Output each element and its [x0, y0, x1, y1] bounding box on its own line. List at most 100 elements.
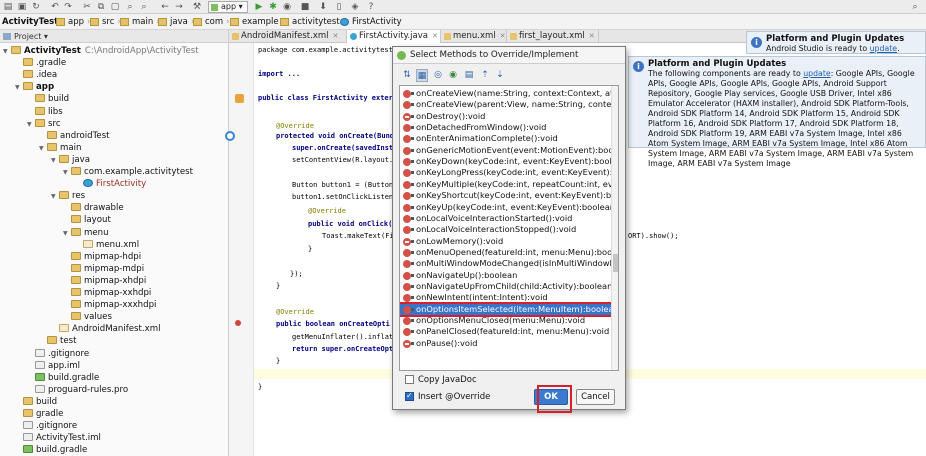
tree-item[interactable]: values	[63, 311, 112, 323]
breadcrumb-item[interactable]: app ›	[56, 16, 90, 28]
breadcrumb-item[interactable]: FirstActivity	[340, 16, 402, 28]
method-list-item[interactable]: onKeyShortcut(keyCode:int, event:KeyEven…	[400, 190, 612, 201]
show-classes-icon[interactable]: ◎	[432, 69, 444, 82]
method-list-item[interactable]: onCreateView(parent:View, name:String, c…	[400, 99, 612, 110]
method-list-scrollbar[interactable]	[611, 86, 618, 370]
override-gutter-icon[interactable]	[235, 320, 241, 326]
show-interfaces-icon[interactable]: ◉	[447, 69, 459, 82]
sdk-manager-icon[interactable]: ⬇	[318, 2, 328, 12]
redo-icon[interactable]: ↷	[63, 2, 73, 12]
expand-arrow-icon[interactable]: ▼	[63, 167, 71, 179]
tree-item[interactable]: build	[15, 396, 57, 408]
copy-icon[interactable]: ⧉	[96, 2, 106, 12]
close-icon[interactable]: ✕	[333, 32, 339, 40]
method-list-item[interactable]: onGenericMotionEvent(event:MotionEvent):…	[400, 145, 612, 156]
method-list-item[interactable]: onKeyDown(keyCode:int, event:KeyEvent):b…	[400, 156, 612, 167]
method-list-item[interactable]: onCreateView(name:String, context:Contex…	[400, 88, 612, 99]
tree-item[interactable]: .gradle	[15, 57, 66, 69]
method-list-item[interactable]: onDetachedFromWindow():void	[400, 122, 612, 133]
breadcrumb-item[interactable]: main›	[120, 16, 160, 28]
method-list[interactable]: onCreateView(name:String, context:Contex…	[399, 85, 619, 371]
update-link[interactable]: update	[870, 44, 897, 53]
copy-javadoc-checkbox[interactable]	[405, 375, 414, 384]
save-icon[interactable]: ▣	[17, 2, 27, 12]
tree-item[interactable]: .idea	[15, 69, 57, 81]
tree-item[interactable]: ▼ main	[39, 142, 81, 154]
breadcrumb-item[interactable]: activitytest›	[280, 16, 346, 28]
method-list-item[interactable]: onLocalVoiceInteractionStopped():void	[400, 224, 612, 235]
collapse-all-icon[interactable]: ⇣	[494, 69, 506, 82]
method-list-item[interactable]: onKeyUp(keyCode:int, event:KeyEvent):boo…	[400, 202, 612, 213]
method-list-item[interactable]: onOptionsItemSelected(item:MenuItem):boo…	[400, 301, 614, 317]
breadcrumb-item[interactable]: example›	[230, 16, 285, 28]
method-list-item[interactable]: onDestroy():void	[400, 111, 612, 122]
tree-item[interactable]: build	[27, 93, 69, 105]
method-list-item[interactable]: onPanelClosed(featureId:int, menu:Menu):…	[400, 326, 612, 337]
close-icon[interactable]: ✕	[589, 32, 595, 40]
forward-icon[interactable]: →	[174, 2, 184, 12]
tree-item[interactable]: ▼ ActivityTest C:\AndroidApp\ActivityTest	[3, 45, 199, 57]
tree-item[interactable]: ▼ src	[27, 118, 61, 130]
tree-item[interactable]: proguard-rules.pro	[27, 384, 128, 396]
tree-item[interactable]: .gitignore	[27, 348, 89, 360]
run-config-select[interactable]: app ▾	[208, 1, 248, 13]
expand-arrow-icon[interactable]: ▼	[51, 155, 59, 167]
expand-arrow-icon[interactable]: ▼	[27, 119, 35, 131]
class-gutter-icon[interactable]	[235, 94, 244, 103]
device-monitor-icon[interactable]: ◈	[350, 2, 360, 12]
expand-arrow-icon[interactable]: ▼	[63, 228, 71, 240]
breadcrumb-item[interactable]: com ›	[193, 16, 230, 28]
find-icon[interactable]: ⌕	[125, 2, 135, 12]
notification-balloon[interactable]: i Platform and Plugin Updates The follow…	[628, 56, 926, 168]
close-icon[interactable]: ✕	[432, 32, 438, 40]
tree-item[interactable]: test	[39, 335, 77, 347]
tab-android-manifest[interactable]: AndroidManifest.xml ✕	[229, 30, 347, 43]
expand-all-icon[interactable]: ⇡	[479, 69, 491, 82]
tree-item[interactable]: layout	[63, 214, 111, 226]
method-list-item[interactable]: onNavigateUp():boolean	[400, 270, 612, 281]
build-icon[interactable]: ⚒	[192, 2, 202, 12]
method-list-item[interactable]: onKeyLongPress(keyCode:int, event:KeyEve…	[400, 167, 612, 178]
method-list-item[interactable]: onLocalVoiceInteractionStarted():void	[400, 213, 612, 224]
expand-arrow-icon[interactable]: ▼	[51, 191, 59, 203]
expand-arrow-icon[interactable]: ▼	[3, 46, 11, 58]
tree-item[interactable]: app.iml	[27, 360, 80, 372]
tree-item[interactable]: gradle	[15, 408, 63, 420]
debug-icon[interactable]: ✱	[268, 2, 278, 12]
tree-item[interactable]: build.gradle	[27, 372, 99, 384]
method-list-item[interactable]: onNavigateUpFromChild(child:Activity):bo…	[400, 281, 612, 292]
show-fields-icon[interactable]: ▤	[463, 69, 475, 82]
update-link[interactable]: update	[803, 69, 830, 78]
tree-item[interactable]: ▼ res	[51, 190, 85, 202]
override-gutter-icon[interactable]	[225, 131, 235, 141]
tree-item[interactable]: mipmap-xxhdpi	[63, 287, 151, 299]
breadcrumb-item[interactable]: java›	[158, 16, 194, 28]
tab-first-layout[interactable]: first_layout.xml ✕	[507, 30, 599, 43]
project-panel-header[interactable]: Project ▾	[0, 30, 228, 43]
stop-icon[interactable]: ■	[300, 2, 310, 12]
method-list-item[interactable]: onOptionsMenuClosed(menu:Menu):void	[400, 315, 612, 326]
method-list-item[interactable]: onEnterAnimationComplete():void	[400, 133, 612, 144]
paste-icon[interactable]: ▢	[110, 2, 120, 12]
tree-item[interactable]: mipmap-mdpi	[63, 263, 144, 275]
tree-item[interactable]: ▼ com.example.activitytest	[63, 166, 193, 178]
avd-manager-icon[interactable]: ▯	[334, 2, 344, 12]
tree-item[interactable]: ▼ app	[15, 81, 54, 93]
tree-item[interactable]: mipmap-xxxhdpi	[63, 299, 156, 311]
tree-item[interactable]: ▼ menu	[63, 227, 109, 239]
sort-alpha-icon[interactable]: ⇅	[401, 69, 413, 82]
undo-icon[interactable]: ↶	[50, 2, 60, 12]
replace-icon[interactable]: ⌕	[139, 2, 149, 12]
profile-icon[interactable]: ◉	[282, 2, 292, 12]
breadcrumb-item[interactable]: src›	[90, 16, 121, 28]
tree-item[interactable]: drawable	[63, 202, 124, 214]
cancel-button[interactable]: Cancel	[576, 389, 615, 405]
tree-item[interactable]: mipmap-xhdpi	[63, 275, 146, 287]
method-list-item[interactable]: onNewIntent(intent:Intent):void	[400, 292, 612, 303]
insert-override-checkbox[interactable]	[405, 391, 414, 401]
tree-item[interactable]: libs	[27, 106, 63, 118]
method-list-item[interactable]: onLowMemory():void	[400, 236, 612, 247]
dialog-title-bar[interactable]: Select Methods to Override/Implement	[393, 47, 625, 64]
open-folder-icon[interactable]: ▤	[3, 2, 13, 12]
back-icon[interactable]: ←	[160, 2, 170, 12]
